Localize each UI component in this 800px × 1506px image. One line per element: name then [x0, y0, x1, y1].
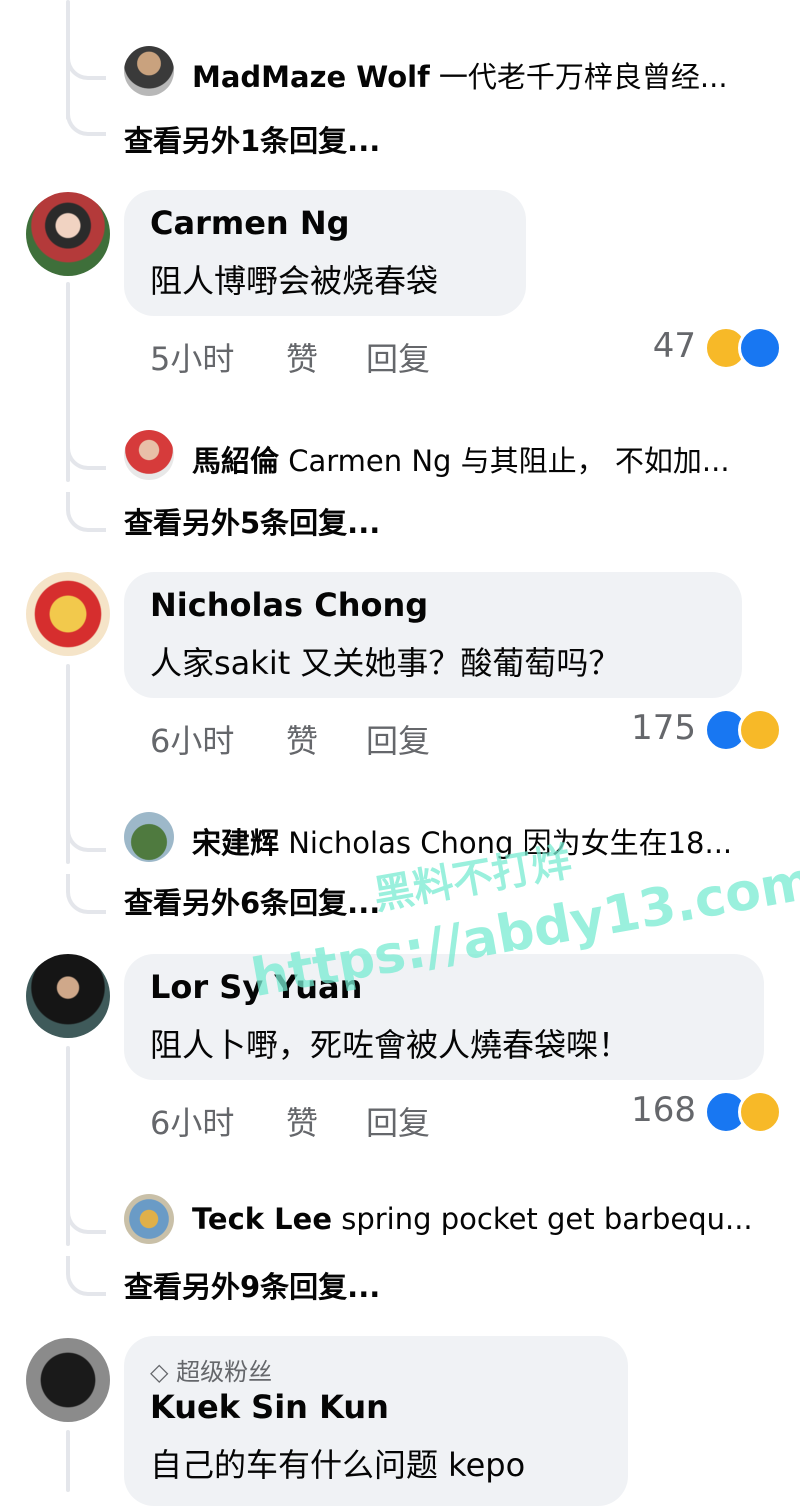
thread-connector: [66, 1256, 106, 1296]
reply-preview[interactable]: 馬紹倫 Carmen Ng 与其阻止， 不如加...: [192, 438, 782, 480]
thread-connector: [66, 492, 106, 532]
haha-reaction-icon: [738, 1090, 782, 1134]
comment-text: 阻人卜嘢，死咗會被人燒春袋㗎！: [150, 1026, 631, 1064]
badge-label: 超级粉丝: [176, 1358, 273, 1386]
thread-connector: [66, 1194, 106, 1234]
comment-bubble[interactable]: Carmen Ng 阻人博嘢会被烧春袋: [124, 190, 526, 316]
haha-reaction-icon: [738, 708, 782, 752]
avatar[interactable]: [124, 430, 174, 480]
view-more-replies[interactable]: 查看另外6条回复...: [124, 880, 380, 922]
reply-button[interactable]: 回复: [366, 334, 430, 380]
avatar[interactable]: [26, 572, 110, 656]
reply-preview[interactable]: Teck Lee spring pocket get barbequ...: [192, 1202, 782, 1236]
reply-author[interactable]: Teck Lee: [192, 1202, 332, 1236]
avatar[interactable]: [124, 1194, 174, 1244]
like-reaction-icon: [738, 326, 782, 370]
avatar[interactable]: [124, 46, 174, 96]
reply-text: spring pocket get barbequ...: [341, 1202, 753, 1236]
reply-text: Carmen Ng 与其阻止， 不如加...: [288, 444, 730, 478]
comment-time[interactable]: 6小时: [150, 716, 234, 762]
reply-author[interactable]: 馬紹倫: [192, 444, 279, 478]
reply-author[interactable]: 宋建辉: [192, 826, 279, 860]
super-fan-badge: ◇ 超级粉丝: [150, 1352, 272, 1387]
comment-bubble[interactable]: Nicholas Chong 人家sakit 又关她事？酸葡萄吗？: [124, 572, 742, 698]
like-button[interactable]: 赞: [286, 334, 318, 380]
comment-time[interactable]: 6小时: [150, 1098, 234, 1144]
reply-text: 一代老千万梓良曾经...: [438, 60, 728, 94]
thread-connector: [66, 96, 106, 136]
comment-text: 人家sakit 又关她事？酸葡萄吗？: [150, 644, 621, 682]
avatar[interactable]: [26, 1338, 110, 1422]
comment-text: 阻人博嘢会被烧春袋: [150, 262, 439, 300]
view-more-replies[interactable]: 查看另外5条回复...: [124, 500, 380, 542]
reaction-count[interactable]: 47: [600, 326, 696, 366]
thread-connector: [66, 874, 106, 914]
comment-text: 自己的车有什么问题 kepo: [150, 1446, 526, 1484]
thread-connector: [66, 430, 106, 470]
thread-connector: [66, 812, 106, 852]
thread-connector: [66, 40, 106, 80]
comment-author[interactable]: Carmen Ng: [150, 204, 350, 242]
thread-line: [66, 1430, 70, 1492]
reply-author[interactable]: MadMaze Wolf: [192, 60, 430, 94]
reply-button[interactable]: 回复: [366, 1098, 430, 1144]
reaction-count[interactable]: 175: [600, 708, 696, 748]
view-more-replies[interactable]: 查看另外9条回复...: [124, 1264, 380, 1306]
avatar[interactable]: [26, 954, 110, 1038]
comment-author[interactable]: Nicholas Chong: [150, 586, 428, 624]
like-button[interactable]: 赞: [286, 1098, 318, 1144]
comment-time[interactable]: 5小时: [150, 334, 234, 380]
diamond-icon: ◇: [150, 1358, 169, 1386]
avatar[interactable]: [26, 192, 110, 276]
reaction-count[interactable]: 168: [600, 1090, 696, 1130]
like-button[interactable]: 赞: [286, 716, 318, 762]
comment-author[interactable]: Kuek Sin Kun: [150, 1388, 389, 1426]
avatar[interactable]: [124, 812, 174, 862]
view-more-replies[interactable]: 查看另外1条回复...: [124, 118, 380, 160]
comment-bubble[interactable]: ◇ 超级粉丝 Kuek Sin Kun 自己的车有什么问题 kepo: [124, 1336, 628, 1506]
reply-preview[interactable]: MadMaze Wolf 一代老千万梓良曾经...: [192, 54, 782, 96]
reply-button[interactable]: 回复: [366, 716, 430, 762]
